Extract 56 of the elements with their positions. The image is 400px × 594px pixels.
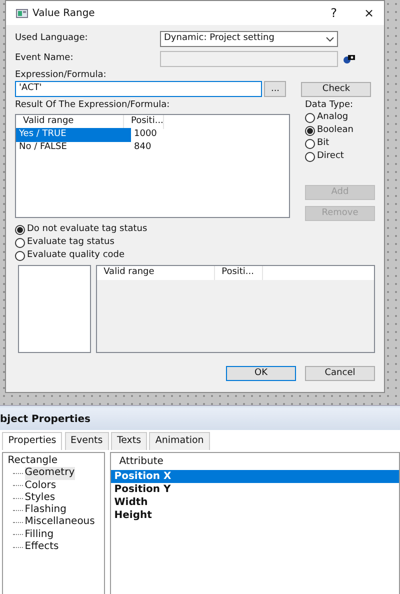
section-label: Result Of The Expression/Formula: — [15, 99, 171, 112]
list-row[interactable]: Yes / TRUE — [16, 128, 131, 142]
list-box[interactable] — [18, 264, 91, 353]
radio-label: Boolean — [317, 124, 354, 137]
radio-label: Direct — [317, 150, 344, 163]
caret-icon — [326, 36, 334, 42]
attribute-row[interactable]: Height — [111, 509, 399, 522]
field-label: Used Language: — [15, 32, 89, 46]
radio-label: Bit — [317, 137, 330, 150]
dialog-button[interactable]: Cancel — [305, 366, 375, 381]
panel-title: bject Properties — [0, 412, 91, 426]
tree-item[interactable]: Flashing — [24, 504, 66, 516]
close-button[interactable]: × — [364, 4, 374, 22]
field-label: Expression/Formula: — [15, 69, 108, 81]
attribute-row[interactable]: Width — [111, 496, 399, 509]
tab[interactable]: Animation — [149, 432, 210, 450]
help-button[interactable]: ? — [330, 4, 337, 22]
field-label: Event Name: — [15, 52, 74, 66]
radio-label: Evaluate quality code — [27, 249, 125, 262]
tree-item[interactable]: Colors — [24, 480, 56, 492]
radio-button[interactable] — [15, 225, 25, 235]
section-label: Data Type: — [305, 99, 354, 112]
tab[interactable]: Texts — [110, 432, 148, 450]
check-button[interactable]: Check — [301, 82, 372, 96]
language-dropdown[interactable]: Dynamic: Project setting — [160, 31, 338, 47]
browse-button[interactable]: ... — [264, 81, 286, 97]
radio-label: Do not evaluate tag status — [27, 223, 148, 236]
expression-field[interactable]: 'ACT' — [15, 81, 262, 97]
radio-button[interactable] — [305, 138, 315, 149]
tree-item[interactable]: Miscellaneous — [24, 516, 95, 529]
column-header: Positi... — [214, 266, 263, 280]
app-icon — [16, 8, 28, 18]
tree-item[interactable]: Effects — [24, 541, 59, 554]
tag-picker-icon[interactable] — [342, 54, 356, 64]
window-title: Value Range — [32, 6, 96, 20]
table-cell-text: 840 — [133, 141, 152, 154]
list-row[interactable]: No / FALSE — [16, 141, 131, 155]
radio-label: Analog — [317, 111, 348, 124]
tab[interactable]: Properties — [2, 432, 62, 450]
table-cell-text: 1000 — [133, 128, 158, 142]
column-header: Attribute — [118, 455, 164, 468]
radio-label: Evaluate tag status — [27, 236, 114, 250]
tree-item[interactable]: Styles — [24, 492, 56, 504]
dialog-button[interactable]: OK — [226, 366, 296, 381]
tree-item[interactable]: Geometry — [24, 467, 75, 480]
tree-item[interactable]: Filling — [24, 528, 54, 542]
attribute-row[interactable]: Position Y — [111, 483, 399, 496]
tree-item[interactable]: Rectangle — [8, 455, 104, 468]
radio-button[interactable] — [15, 238, 25, 248]
radio-button[interactable] — [305, 126, 315, 136]
column-header: Valid range — [96, 266, 215, 280]
radio-button[interactable] — [15, 251, 25, 261]
tab[interactable]: Events — [64, 432, 109, 450]
attribute-row[interactable]: Position X — [111, 470, 399, 483]
radio-button[interactable] — [305, 152, 315, 162]
radio-button[interactable] — [305, 112, 315, 123]
